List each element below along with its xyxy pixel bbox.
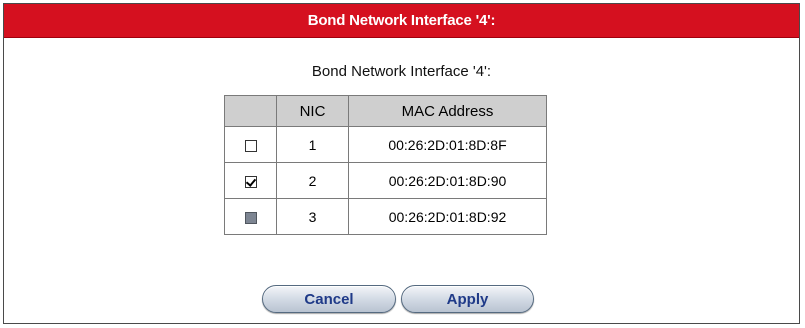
apply-button[interactable]: Apply bbox=[401, 285, 534, 313]
mac-address: 00:26:2D:01:8D:90 bbox=[348, 162, 547, 199]
nic-number: 3 bbox=[276, 198, 349, 235]
mac-address: 00:26:2D:01:8D:92 bbox=[348, 198, 547, 235]
row-select-cell bbox=[224, 126, 277, 163]
nic-table: NIC MAC Address 1 00:26:2D:01:8D:8F 2 00… bbox=[224, 95, 547, 235]
row-select-cell bbox=[224, 198, 277, 235]
bond-interface-dialog: Bond Network Interface '4': Bond Network… bbox=[3, 3, 800, 324]
nic-2-checkbox[interactable] bbox=[244, 175, 257, 188]
table-header-row: NIC MAC Address bbox=[224, 95, 547, 127]
dialog-subtitle: Bond Network Interface '4': bbox=[311, 63, 492, 80]
table-row: 1 00:26:2D:01:8D:8F bbox=[224, 126, 547, 163]
table-row: 2 00:26:2D:01:8D:90 bbox=[224, 162, 547, 199]
dialog-title: Bond Network Interface '4': bbox=[4, 4, 799, 38]
nic-3-checkbox bbox=[244, 211, 257, 224]
header-mac-address: MAC Address bbox=[348, 95, 547, 127]
mac-address: 00:26:2D:01:8D:8F bbox=[348, 126, 547, 163]
nic-1-checkbox[interactable] bbox=[244, 139, 257, 152]
header-nic: NIC bbox=[276, 95, 349, 127]
header-select bbox=[224, 95, 277, 127]
cancel-button[interactable]: Cancel bbox=[262, 285, 396, 313]
nic-number: 2 bbox=[276, 162, 349, 199]
row-select-cell bbox=[224, 162, 277, 199]
nic-number: 1 bbox=[276, 126, 349, 163]
table-row: 3 00:26:2D:01:8D:92 bbox=[224, 198, 547, 235]
